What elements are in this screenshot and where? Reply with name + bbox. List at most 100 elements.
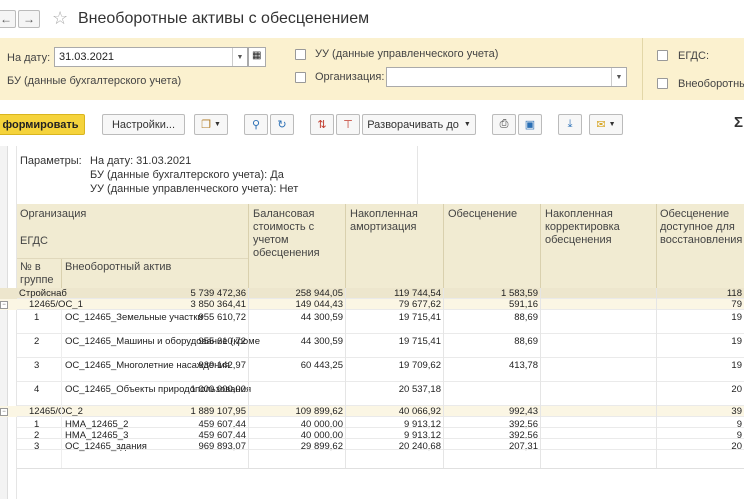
vneob-checkbox[interactable] <box>657 78 668 89</box>
calendar-icon: ▦ <box>252 50 262 61</box>
cell-restore: 19 <box>731 336 742 347</box>
table-row[interactable]: 3 ОС_12465_Многолетние насаждения 939 142,… <box>0 358 744 382</box>
search-button[interactable]: ⚲ <box>244 114 268 135</box>
grid-line <box>248 288 249 468</box>
cell-amort: 44 300,59 <box>300 336 343 347</box>
group-row[interactable]: 12465/ОС_1−3 850 364,41 149 044,43 79 677,… <box>0 299 744 310</box>
back-button[interactable]: ← <box>0 10 16 28</box>
divider <box>642 38 643 100</box>
settings-button[interactable]: Настройки... <box>102 114 185 135</box>
org-checkbox[interactable] <box>295 72 306 83</box>
header-corr: Накопленная корректировка обесценения <box>545 208 620 246</box>
cell-balance: 939 142,97 <box>198 360 246 371</box>
star-icon[interactable]: ☆ <box>52 9 68 27</box>
generate-button[interactable]: формировать <box>0 114 85 135</box>
row-number: 3 <box>34 441 40 452</box>
download-icon: ⤓ <box>567 118 573 130</box>
row-divider <box>17 449 744 450</box>
grid-line <box>540 288 541 468</box>
print-icon: ⎙ <box>499 118 509 130</box>
variants-button[interactable]: ❐ ▼ <box>194 114 228 135</box>
chevron-down-icon[interactable]: ▼ <box>611 68 626 86</box>
header-impair: Обесценение <box>448 208 518 220</box>
tree-icon: ⊤ <box>343 119 353 131</box>
cell-impair: 20 240,68 <box>398 441 441 452</box>
calendar-button[interactable]: ▦ <box>248 47 266 67</box>
arrow-left-icon: ← <box>0 12 12 26</box>
page-title: Внеоборотные активы с обесценением <box>78 10 370 27</box>
grid-line <box>61 310 62 468</box>
row-number: 2 <box>34 336 40 347</box>
arrow-right-icon: → <box>23 12 35 26</box>
total-row[interactable]: Стройснаб 5 739 472,36 258 944,05 119 744,5… <box>0 288 744 299</box>
send-button[interactable]: ✉ ▼ <box>589 114 623 135</box>
cell-corr: 413,78 <box>508 360 538 371</box>
sort-icon: ⇅ <box>317 119 327 131</box>
row-number: 4 <box>34 384 40 395</box>
date-label: На дату: <box>7 52 51 64</box>
cell-corr: 88,69 <box>514 336 538 347</box>
cell-corr: 88,69 <box>514 312 538 323</box>
refresh-search-icon: ↻ <box>277 119 287 131</box>
preview-button[interactable]: ▣ <box>518 114 542 135</box>
grid-line <box>345 204 346 288</box>
title-bar: ← → ☆ Внеоборотные активы с обесценением <box>0 0 744 38</box>
table-row[interactable]: 3 ОС_12465_здания 969 893,07 29 899,62 20 24… <box>0 439 744 452</box>
header-num: № в группе <box>20 261 54 286</box>
search-icon: ⚲ <box>251 119 261 131</box>
row-number: 3 <box>34 360 40 371</box>
cell-impair: 19 709,62 <box>398 360 441 371</box>
grid-line <box>443 288 444 468</box>
date-input[interactable]: 31.03.2021 ▼ <box>54 47 248 67</box>
forward-button[interactable]: → <box>18 10 40 28</box>
expand-button[interactable]: ⊤ <box>336 114 360 135</box>
table-row[interactable]: 1 ОС_12465_Земельные участки 955 610,72 44 … <box>0 310 744 334</box>
cell-amort: 60 443,25 <box>300 360 343 371</box>
sum-icon[interactable]: Σ <box>734 114 743 131</box>
cell-impair: 19 715,41 <box>398 336 441 347</box>
header-asset: Внеоборотный актив <box>65 261 172 273</box>
cell-restore: 20 <box>731 441 742 452</box>
cell-balance: 969 893,07 <box>198 441 246 452</box>
grid-line <box>443 204 444 288</box>
uu-checkbox[interactable] <box>295 49 306 60</box>
expand-to-dropdown[interactable]: Разворачивать до ▼ <box>362 114 476 135</box>
cell-restore: 19 <box>731 360 742 371</box>
asset-name: ОС_12465_здания <box>65 441 147 452</box>
parameters-panel: На дату: 31.03.2021 ▼ ▦ БУ (данные бухга… <box>0 38 744 101</box>
asset-name: ОС_12465_Земельные участки <box>65 312 203 323</box>
toolbar: формировать Настройки... ❐ ▼ ⚲ ↻ ⇅ ⊤ Разв… <box>0 100 744 147</box>
cell-balance: 955 610,72 <box>198 312 246 323</box>
grid-line <box>345 288 346 468</box>
egds-checkbox[interactable] <box>657 50 668 61</box>
bu-label: БУ (данные бухгалтерского учета) <box>7 75 182 87</box>
table-row[interactable]: 2 ОС_12465_Машины и оборудование (кроме 95… <box>0 334 744 358</box>
params-title: Параметры: <box>20 155 82 167</box>
chevron-down-icon[interactable]: ▼ <box>232 48 247 66</box>
table-row[interactable]: 2 НМА_12465_3 459 607,44 40 000,00 9 913,12 3… <box>0 428 744 441</box>
cell-impair: 19 715,41 <box>398 312 441 323</box>
search-refresh-button[interactable]: ↻ <box>270 114 294 135</box>
grid-line <box>656 204 657 288</box>
row-number: 1 <box>34 312 40 323</box>
grid-line <box>540 204 541 288</box>
chevron-down-icon: ▼ <box>608 121 616 128</box>
cell-balance: 955 610,72 <box>198 336 246 347</box>
collapse-toggle-icon[interactable]: − <box>0 408 8 416</box>
date-value: 31.03.2021 <box>59 51 115 63</box>
grid-line <box>61 258 62 288</box>
table-row[interactable]: 4 ОС_12465_Объекты природопользования 1 00… <box>0 382 744 406</box>
save-button[interactable]: ⤓ <box>558 114 582 135</box>
collapse-toggle-icon[interactable]: − <box>0 301 8 309</box>
header-restore: Обесценение доступное для восстановления <box>660 208 743 246</box>
collapse-button[interactable]: ⇅ <box>310 114 334 135</box>
print-button[interactable]: ⎙ <box>492 114 516 135</box>
expand-to-label: Разворачивать до <box>367 118 459 131</box>
header-amort: Накопленная амортизация <box>350 208 418 233</box>
cell-balance: 1 000 000,00 <box>190 384 246 395</box>
header-org: Организация <box>20 208 87 220</box>
table-row[interactable]: 1 НМА_12465_2 459 607,44 40 000,00 9 913,12 3… <box>0 417 744 430</box>
org-input[interactable]: ▼ <box>386 67 627 87</box>
group-row[interactable]: 12465/ОС_2−1 889 107,95 109 899,62 40 066,… <box>0 406 744 417</box>
header-balance: Балансовая стоимость с учетом обесценени… <box>253 208 320 259</box>
